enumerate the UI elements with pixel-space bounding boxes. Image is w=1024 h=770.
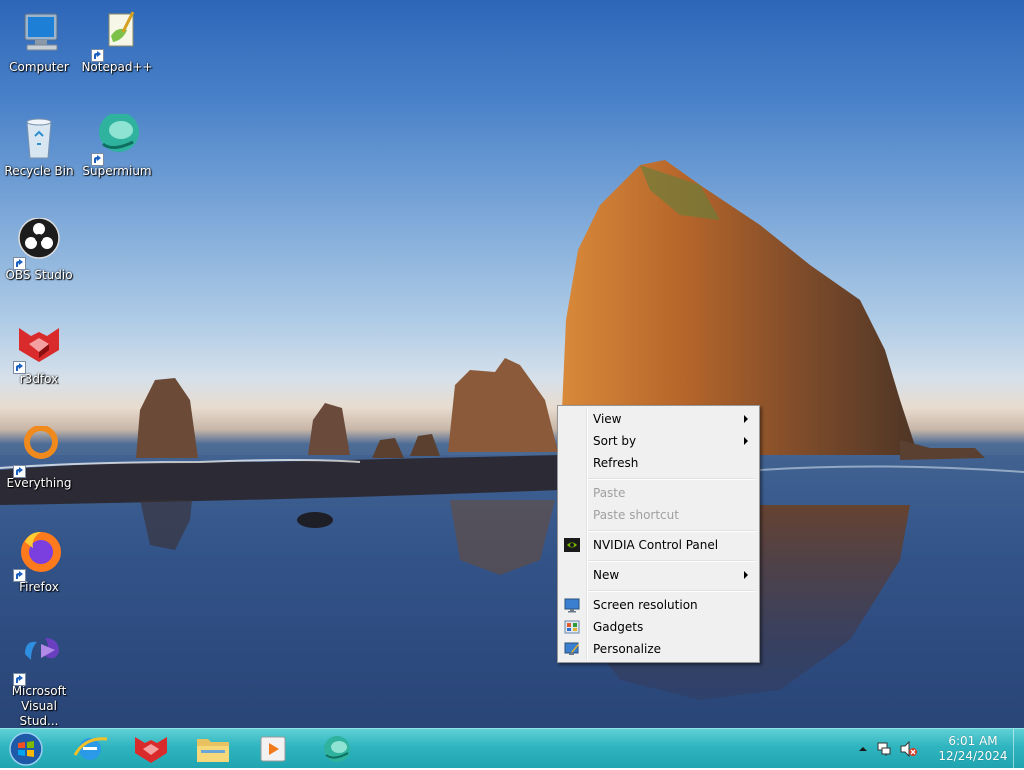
shortcut-arrow-icon	[13, 569, 26, 582]
desktop-icon-label: Recycle Bin	[4, 164, 74, 178]
menu-item-nvidia-control-panel[interactable]: NVIDIA Control Panel	[560, 534, 757, 556]
r3dfox-icon	[13, 322, 63, 374]
taskbar-r3dfox[interactable]	[126, 731, 176, 767]
menu-item-label: Personalize	[593, 642, 662, 656]
desktop-context-menu: View Sort by Refresh Paste Paste shortcu…	[557, 405, 760, 663]
file-explorer-icon	[197, 739, 229, 762]
shortcut-arrow-icon	[13, 673, 26, 686]
menu-separator	[588, 530, 755, 532]
menu-item-label: Paste shortcut	[593, 508, 679, 522]
start-button[interactable]	[7, 731, 45, 767]
system-tray: 6:01 AM 12/24/2024	[854, 729, 1024, 769]
desktop-icon-label: Microsoft Visual Stud...	[11, 684, 67, 728]
clock-date: 12/24/2024	[938, 749, 1008, 763]
shortcut-arrow-icon	[91, 153, 104, 166]
desktop-icon-label: OBS Studio	[5, 268, 73, 282]
menu-item-gadgets[interactable]: Gadgets	[560, 616, 757, 638]
menu-item-label: View	[593, 412, 622, 426]
menu-item-view[interactable]: View	[560, 408, 757, 430]
desktop-icon-r3dfox[interactable]: r3dfox	[0, 322, 78, 387]
menu-separator	[588, 560, 755, 562]
internet-explorer-icon	[73, 737, 108, 760]
firefox-icon	[13, 530, 63, 582]
menu-item-personalize[interactable]: Personalize	[560, 638, 757, 660]
taskbar-file-explorer[interactable]	[188, 731, 238, 767]
desktop-icon-firefox[interactable]: Firefox	[0, 530, 78, 595]
supermium-icon	[91, 112, 141, 166]
menu-item-screen-resolution[interactable]: Screen resolution	[560, 594, 757, 616]
desktop[interactable]: Computer Notepad++ Recycle Bin Supermium…	[0, 0, 1024, 728]
menu-item-new[interactable]: New	[560, 564, 757, 586]
notepadpp-icon	[91, 10, 141, 62]
menu-item-label: Refresh	[593, 456, 639, 470]
media-player-icon	[260, 736, 286, 762]
shortcut-arrow-icon	[13, 257, 26, 270]
desktop-icon-label: r3dfox	[19, 372, 59, 386]
network-icon[interactable]	[876, 741, 892, 757]
menu-item-label: New	[593, 568, 620, 582]
taskbar-internet-explorer[interactable]	[65, 731, 115, 767]
gadgets-icon	[564, 619, 580, 635]
desktop-icon-supermium[interactable]: Supermium	[78, 112, 156, 179]
desktop-icon-label: Everything	[6, 476, 72, 490]
desktop-icon-label: Computer	[9, 60, 69, 74]
menu-item-label: Sort by	[593, 434, 637, 448]
personalize-icon	[564, 641, 580, 657]
taskbar-supermium[interactable]	[312, 731, 362, 767]
menu-separator	[588, 590, 755, 592]
r3dfox-icon	[135, 737, 167, 763]
taskbar-media-player[interactable]	[249, 731, 299, 767]
desktop-icon-notepadpp[interactable]: Notepad++	[78, 10, 156, 75]
visual-studio-icon	[13, 634, 63, 686]
desktop-icon-label: Firefox	[19, 580, 59, 594]
menu-item-paste-shortcut[interactable]: Paste shortcut	[560, 504, 757, 526]
volume-muted-icon[interactable]	[900, 741, 918, 757]
desktop-icon-computer[interactable]: Computer	[0, 10, 78, 75]
clock-time: 6:01 AM	[948, 734, 998, 748]
menu-item-label: Paste	[593, 486, 626, 500]
submenu-arrow-icon	[744, 571, 748, 579]
desktop-icon-recycle-bin[interactable]: Recycle Bin	[0, 114, 78, 179]
obs-icon	[13, 217, 63, 270]
show-desktop-button[interactable]	[1013, 729, 1024, 769]
taskbar: 6:01 AM 12/24/2024	[0, 728, 1024, 769]
shortcut-arrow-icon	[91, 49, 104, 62]
menu-item-label: NVIDIA Control Panel	[593, 538, 719, 552]
everything-icon	[13, 425, 63, 478]
desktop-icon-visual-studio[interactable]: Microsoft Visual Stud...	[0, 634, 78, 728]
desktop-icon-label: Supermium	[82, 164, 152, 178]
menu-item-paste[interactable]: Paste	[560, 482, 757, 504]
menu-separator	[588, 478, 755, 480]
supermium-icon	[324, 736, 350, 762]
shortcut-arrow-icon	[13, 361, 26, 374]
menu-item-sort-by[interactable]: Sort by	[560, 430, 757, 452]
desktop-icon-obs-studio[interactable]: OBS Studio	[0, 217, 78, 283]
desktop-icon-label: Notepad++	[81, 60, 153, 74]
wallpaper	[0, 160, 1024, 728]
recycle-bin-icon	[15, 114, 63, 162]
clock[interactable]: 6:01 AM 12/24/2024	[938, 734, 1008, 764]
shortcut-arrow-icon	[13, 465, 26, 478]
show-hidden-icons-icon[interactable]	[859, 745, 867, 753]
desktop-icon-everything[interactable]: Everything	[0, 425, 78, 491]
computer-icon	[15, 10, 63, 58]
windows-orb-icon	[9, 732, 43, 766]
menu-item-label: Gadgets	[593, 620, 644, 634]
menu-item-refresh[interactable]: Refresh	[560, 452, 757, 474]
display-icon	[564, 597, 580, 613]
menu-item-label: Screen resolution	[593, 598, 698, 612]
submenu-arrow-icon	[744, 437, 748, 445]
nvidia-icon	[564, 537, 580, 553]
submenu-arrow-icon	[744, 415, 748, 423]
